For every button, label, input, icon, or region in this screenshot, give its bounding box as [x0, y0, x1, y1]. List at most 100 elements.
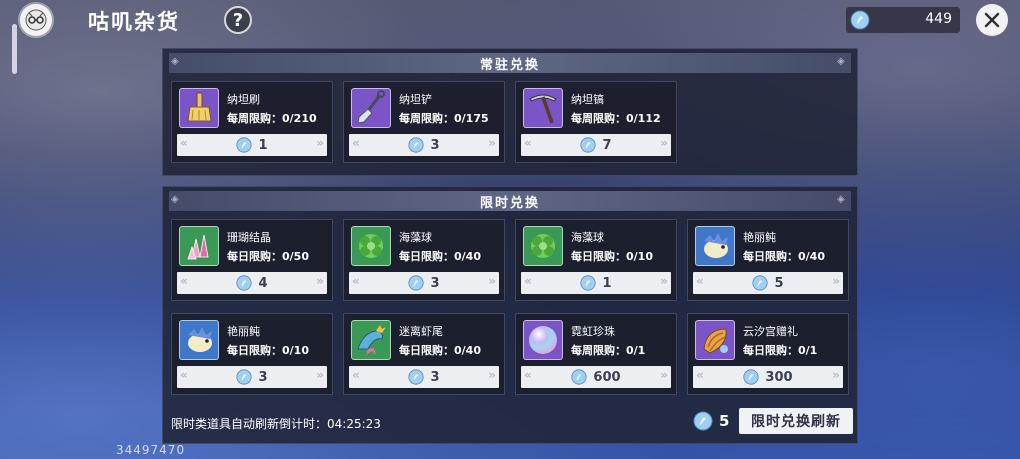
coin-icon: [580, 137, 597, 153]
seaweed-ball-icon: [523, 226, 563, 266]
coin-icon: [236, 275, 253, 291]
buy-button[interactable]: « 300 »: [693, 366, 843, 388]
shovel-icon: [351, 88, 391, 128]
currency-display: 449: [846, 7, 960, 33]
shop-item-card[interactable]: 艳丽鲀 每日限购：0/10 « 3 »: [171, 313, 333, 395]
glasses-face-icon: [25, 9, 47, 31]
item-price: 300: [765, 369, 793, 385]
shop-item-card[interactable]: 霓虹珍珠 每周限购：0/1 « 600 »: [515, 313, 677, 395]
item-purchase-limit: 每日限购：0/10: [571, 250, 653, 263]
shop-item-card[interactable]: 迷离虾尾 每日限购：0/40 « 3 »: [343, 313, 505, 395]
coral-crystal-icon: [179, 226, 219, 266]
pufferfish-icon: [695, 226, 735, 266]
item-purchase-limit: 每日限购：0/50: [227, 250, 309, 263]
coin-icon: [693, 411, 713, 431]
buy-button[interactable]: « 3 »: [177, 366, 327, 388]
shop-item-card[interactable]: 海藻球 每日限购：0/10 « 1 »: [515, 219, 677, 301]
item-price: 1: [258, 137, 268, 153]
chevron-right-icon: »: [316, 274, 324, 288]
chevron-right-icon: »: [488, 136, 496, 150]
close-icon: [984, 12, 1000, 28]
refresh-limited-button[interactable]: 限时兑换刷新: [739, 408, 853, 434]
item-price: 1: [602, 275, 612, 291]
item-price: 3: [430, 137, 440, 153]
chevron-right-icon: »: [832, 274, 840, 288]
gift-shell-icon: [695, 320, 735, 360]
shop-item-card[interactable]: 艳丽鲀 每日限购：0/40 « 5 »: [687, 219, 849, 301]
coin-icon: [408, 137, 425, 153]
ornament-icon: ◈: [837, 56, 847, 67]
item-purchase-limit: 每日限购：0/1: [743, 344, 818, 357]
chevron-left-icon: «: [352, 136, 360, 150]
buy-button[interactable]: « 1 »: [177, 134, 327, 156]
item-name: 云汐宫赠礼: [743, 325, 798, 338]
regular-exchange-panel: ◈ 常驻兑换 ◈ 纳坦刷 每周限购：0/210 « 1 » 纳坦铲 每周限购：0…: [162, 48, 858, 176]
chevron-left-icon: «: [352, 368, 360, 382]
help-button[interactable]: ?: [224, 6, 252, 34]
item-purchase-limit: 每日限购：0/40: [743, 250, 825, 263]
coin-icon: [752, 275, 769, 291]
limited-exchange-title: 限时兑换: [479, 195, 540, 211]
item-purchase-limit: 每周限购：0/210: [227, 112, 317, 125]
pickaxe-icon: [523, 88, 563, 128]
buy-button[interactable]: « 7 »: [521, 134, 671, 156]
coin-icon: [408, 369, 425, 385]
page-title: 咕叽杂货: [88, 10, 180, 34]
buy-button[interactable]: « 3 »: [349, 134, 499, 156]
ornament-icon: ◈: [171, 194, 181, 205]
shop-item-card[interactable]: 纳坦铲 每周限购：0/175 « 3 »: [343, 81, 505, 163]
shop-item-card[interactable]: 纳坦刷 每周限购：0/210 « 1 »: [171, 81, 333, 163]
shrimp-tail-icon: [351, 320, 391, 360]
item-purchase-limit: 每日限购：0/40: [399, 250, 481, 263]
chevron-right-icon: »: [316, 136, 324, 150]
item-name: 艳丽鲀: [227, 325, 260, 338]
buy-button[interactable]: « 1 »: [521, 272, 671, 294]
item-purchase-limit: 每日限购：0/40: [399, 344, 481, 357]
limited-exchange-title-bar: ◈ 限时兑换 ◈: [169, 191, 851, 211]
item-name: 迷离虾尾: [399, 325, 443, 338]
back-button[interactable]: [20, 4, 52, 36]
shop-item-card[interactable]: 云汐宫赠礼 每日限购：0/1 « 300 »: [687, 313, 849, 395]
header-bar: 咕叽杂货 ? 449: [0, 0, 1020, 40]
seaweed-ball-icon: [351, 226, 391, 266]
buy-button[interactable]: « 4 »: [177, 272, 327, 294]
chevron-left-icon: «: [696, 274, 704, 288]
chevron-left-icon: «: [180, 274, 188, 288]
chevron-left-icon: «: [524, 368, 532, 382]
chevron-left-icon: «: [524, 136, 532, 150]
pufferfish-icon: [179, 320, 219, 360]
regular-exchange-title: 常驻兑换: [479, 57, 540, 73]
item-purchase-limit: 每日限购：0/10: [227, 344, 309, 357]
chevron-right-icon: »: [660, 136, 668, 150]
refresh-cost: 5: [693, 411, 729, 431]
user-id: 34497470: [116, 443, 186, 457]
item-price: 3: [258, 369, 268, 385]
shop-item-card[interactable]: 珊瑚结晶 每日限购：0/50 « 4 »: [171, 219, 333, 301]
ornament-icon: ◈: [171, 56, 181, 67]
coin-icon: [236, 369, 253, 385]
item-name: 海藻球: [399, 231, 432, 244]
item-price: 4: [258, 275, 268, 291]
item-name: 艳丽鲀: [743, 231, 776, 244]
coin-icon: [236, 137, 253, 153]
close-button[interactable]: [976, 4, 1008, 36]
brush-icon: [179, 88, 219, 128]
shop-item-card[interactable]: 海藻球 每日限购：0/40 « 3 »: [343, 219, 505, 301]
regular-exchange-title-bar: ◈ 常驻兑换 ◈: [169, 53, 851, 73]
item-price: 3: [430, 275, 440, 291]
shop-item-card[interactable]: 纳坦镐 每周限购：0/112 « 7 »: [515, 81, 677, 163]
buy-button[interactable]: « 3 »: [349, 366, 499, 388]
item-price: 5: [774, 275, 784, 291]
coin-icon: [408, 275, 425, 291]
buy-button[interactable]: « 3 »: [349, 272, 499, 294]
item-purchase-limit: 每周限购：0/112: [571, 112, 661, 125]
chevron-right-icon: »: [832, 368, 840, 382]
scroll-handle[interactable]: [12, 24, 17, 74]
buy-button[interactable]: « 600 »: [521, 366, 671, 388]
buy-button[interactable]: « 5 »: [693, 272, 843, 294]
item-name: 珊瑚结晶: [227, 231, 271, 244]
coin-icon: [850, 10, 870, 30]
limited-exchange-panel: ◈ 限时兑换 ◈ 珊瑚结晶 每日限购：0/50 « 4 » 海藻球 每日限购：0…: [162, 186, 858, 444]
pearl-icon: [523, 320, 563, 360]
item-price: 3: [430, 369, 440, 385]
